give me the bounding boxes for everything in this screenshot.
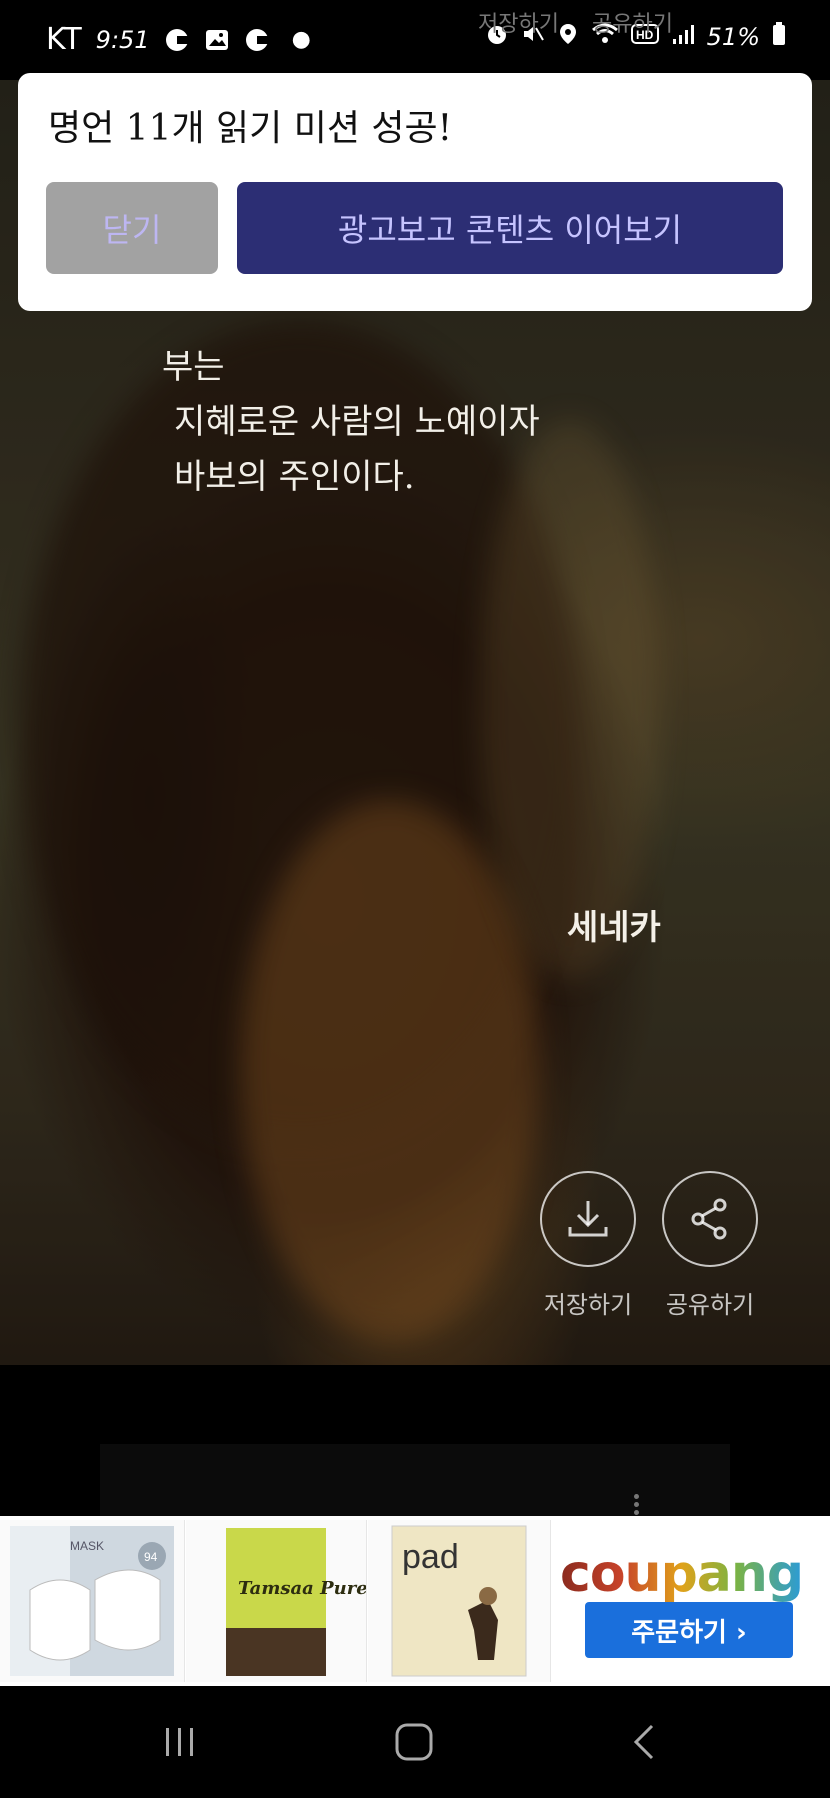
quote-author: 세네카: [567, 908, 661, 948]
share-icon: [662, 1171, 758, 1267]
order-button[interactable]: 주문하기 ›: [585, 1602, 793, 1658]
battery-percent: 51%: [706, 23, 760, 51]
close-button[interactable]: 닫기: [46, 182, 218, 274]
navigation-bar: [0, 1686, 830, 1798]
ad-product-pet-pad[interactable]: pad: [368, 1520, 551, 1682]
share-label: 공유하기: [665, 1291, 755, 1319]
battery-icon: [772, 22, 786, 52]
more-notifications-dot-icon: ●: [291, 27, 311, 52]
pad-label: pad: [402, 1538, 459, 1576]
mask-badge: 94: [144, 1550, 158, 1564]
home-icon[interactable]: [384, 1712, 444, 1772]
save-label: 저장하기: [543, 1291, 633, 1319]
share-button[interactable]: 공유하기: [662, 1171, 758, 1320]
quote-text: 부는 지혜로운 사람의 노예이자 바보의 주인이다.: [162, 340, 540, 505]
mask-label: MASK: [70, 1539, 104, 1553]
download-icon: [540, 1171, 636, 1267]
mission-success-dialog: 명언 11개 읽기 미션 성공! 닫기 광고보고 콘텐츠 이어보기: [18, 73, 812, 311]
quote-line-1: 부는: [162, 347, 225, 387]
app-notification-icon: [164, 27, 190, 53]
ghost-save-label: 저장하기: [478, 12, 559, 37]
quote-line-2: 지혜로운 사람의 노예이자: [174, 402, 540, 442]
ad-options-icon[interactable]: [634, 1494, 640, 1516]
quote-line-3: 바보의 주인이다.: [174, 457, 415, 497]
save-button[interactable]: 저장하기: [540, 1171, 636, 1320]
back-icon[interactable]: [616, 1712, 676, 1772]
coupang-ad-banner[interactable]: 94 MASK Tamsaa Pure pad coupang 주문하기 ›: [0, 1516, 830, 1686]
watch-ad-continue-button[interactable]: 광고보고 콘텐츠 이어보기: [237, 182, 783, 274]
status-bar: KT 9:51 ● HD 51%: [0, 0, 830, 80]
dialog-title: 명언 11개 읽기 미션 성공!: [48, 108, 453, 149]
ad-product-tamsaa-pure[interactable]: Tamsaa Pure: [186, 1520, 367, 1682]
brand-text: coupang: [560, 1544, 804, 1604]
coupang-logo: coupang: [560, 1544, 804, 1604]
tamsaa-label: Tamsaa Pure: [238, 1578, 366, 1599]
ghost-share-label: 공유하기: [591, 12, 673, 37]
clock: 9:51: [95, 25, 150, 54]
app-notification-icon-2: [244, 27, 270, 53]
gallery-icon: [204, 27, 230, 53]
ad-product-mask[interactable]: 94 MASK: [0, 1520, 185, 1682]
recent-apps-icon[interactable]: [150, 1712, 210, 1772]
carrier-label: KT: [46, 22, 82, 57]
background-header-ghost: 저장하기 공유하기: [478, 6, 699, 38]
